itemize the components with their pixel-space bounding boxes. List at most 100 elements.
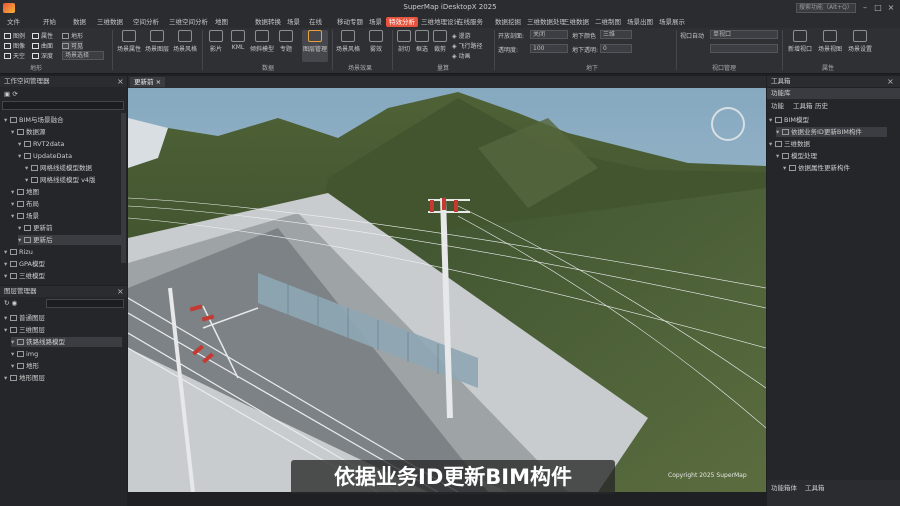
open-workspace-icon[interactable]: ▣: [4, 90, 12, 98]
ribbon-button-layer-manager[interactable]: 图层管理: [302, 30, 328, 62]
menu-item[interactable]: 二维制图: [592, 17, 624, 27]
menu-item[interactable]: 场景展示: [656, 17, 688, 27]
menu-item[interactable]: 三维数据: [94, 17, 126, 27]
toolbox-tab[interactable]: 历史: [815, 101, 828, 111]
underground-transparency-input[interactable]: 0: [600, 44, 632, 53]
ribbon-button-scene-settings[interactable]: 场景设置: [846, 30, 874, 53]
ribbon-small-roam[interactable]: ◈ 漫游: [452, 31, 471, 40]
minimize-icon[interactable]: –: [860, 2, 870, 13]
transparency-input[interactable]: 100: [530, 44, 568, 53]
toolbox-tab[interactable]: 工具箱: [793, 101, 813, 111]
viewport-layout-dropdown[interactable]: 单视口: [710, 30, 778, 39]
ribbon-button-scene-layer[interactable]: 场景图层: [144, 30, 170, 53]
workspace-scrollbar[interactable]: [121, 113, 126, 263]
tree-row[interactable]: ▾ img: [11, 349, 122, 359]
tree-row[interactable]: ▾ 布局: [11, 199, 122, 209]
tree-row[interactable]: ▾ 更新前: [18, 223, 122, 233]
ribbon-button-clip[interactable]: 剖切: [396, 30, 412, 53]
tree-row[interactable]: ▾ 模型处理: [776, 151, 887, 161]
close-tab-icon[interactable]: ×: [156, 78, 161, 86]
bottom-tab[interactable]: 工具箱: [805, 483, 825, 493]
underground-color-dropdown[interactable]: 三维: [600, 30, 632, 39]
tree-row[interactable]: ▾ 依据业务ID更新BIM构件: [776, 127, 887, 137]
tree-row[interactable]: ▾ 更新后: [18, 235, 122, 245]
ribbon-check-4[interactable]: 属性: [32, 31, 53, 40]
bottom-tab[interactable]: 功能箱体: [771, 483, 797, 493]
tree-row[interactable]: ▾ 地形图层: [4, 373, 122, 383]
tree-row[interactable]: ▾ 三维图层: [4, 325, 122, 335]
mode-visible-radio[interactable]: 可见: [62, 41, 84, 50]
ribbon-button-oblique[interactable]: 倾斜模型: [250, 30, 274, 53]
scene-viewport[interactable]: [128, 88, 766, 492]
layer-search-input[interactable]: [46, 299, 124, 308]
tree-row[interactable]: ▾ 场景: [11, 211, 122, 221]
close-panel-icon[interactable]: ×: [117, 76, 124, 87]
menu-item[interactable]: 三维空间分析: [166, 17, 211, 27]
menu-item[interactable]: 特效分析: [386, 17, 418, 27]
ribbon-button-scene-style[interactable]: 场景风格: [172, 30, 198, 53]
menu-item[interactable]: 开始: [40, 17, 59, 27]
close-panel-icon[interactable]: ×: [887, 76, 894, 87]
menu-item[interactable]: 文件: [4, 17, 23, 27]
ribbon-button-film[interactable]: 影片: [206, 30, 226, 53]
menu-item[interactable]: 数据: [70, 17, 89, 27]
ribbon-button-box[interactable]: 框选: [414, 30, 430, 53]
tree-row[interactable]: ▾ UpdateData: [18, 151, 122, 161]
menu-item[interactable]: 在线服务: [454, 17, 486, 27]
ribbon-check-3[interactable]: 天空: [4, 51, 25, 60]
layer-visibility-icon[interactable]: ◉: [12, 299, 18, 307]
maximize-icon[interactable]: □: [873, 2, 883, 13]
tree-row[interactable]: ▾ 普通图层: [4, 313, 122, 323]
tree-row[interactable]: ▾ RVT2data: [18, 139, 122, 149]
viewport-option-field[interactable]: [710, 44, 778, 53]
open-section-dropdown[interactable]: 关闭: [530, 30, 568, 39]
ribbon-check-2[interactable]: 图像: [4, 41, 25, 50]
menu-item[interactable]: 场景: [284, 17, 303, 27]
close-window-icon[interactable]: ×: [886, 2, 896, 13]
tree-row[interactable]: ▾ BIM模型: [769, 115, 887, 125]
mode-terrain-radio[interactable]: 地形: [62, 31, 83, 40]
ribbon-button-thematic[interactable]: 专题: [276, 30, 296, 53]
tree-row[interactable]: ▾ 地形: [11, 361, 122, 371]
ribbon-button-scene-props[interactable]: 场景属性: [116, 30, 142, 53]
ribbon-button-new-viewport[interactable]: 新增视口: [786, 30, 814, 53]
tree-row[interactable]: ▾ BIM与场景融合: [4, 115, 122, 125]
toolbox-tab[interactable]: 功能: [771, 101, 784, 111]
menu-item[interactable]: 地图: [212, 17, 231, 27]
tree-row[interactable]: ▾ 地图: [11, 187, 122, 197]
tree-row[interactable]: ▾ 依据属性更新构件: [783, 163, 887, 173]
menu-item[interactable]: 移动专题: [334, 17, 366, 27]
tree-row[interactable]: ▾ Rizu: [4, 247, 122, 257]
menu-item[interactable]: 场景出图: [624, 17, 656, 27]
menu-item[interactable]: 在线: [306, 17, 325, 27]
workspace-search-input[interactable]: [2, 101, 124, 110]
scene-mode-dropdown[interactable]: 场景选择: [62, 51, 104, 60]
tree-row[interactable]: ▾ 数据源: [11, 127, 122, 137]
ribbon-button-kml[interactable]: KML: [228, 30, 248, 51]
ribbon-button-style[interactable]: 场景风格: [336, 30, 360, 53]
ribbon-check-6[interactable]: 深度: [32, 51, 53, 60]
ribbon-button-fog[interactable]: 雾效: [364, 30, 388, 53]
tree-row[interactable]: ▾ 三维数据: [769, 139, 887, 149]
ribbon-small-anim[interactable]: ◈ 动画: [452, 51, 471, 60]
tab-before-update[interactable]: 更新前 ×: [130, 77, 166, 87]
ribbon-small-flight[interactable]: ◈ 飞行路径: [452, 41, 483, 50]
ribbon-check-5[interactable]: 曲面: [32, 41, 53, 50]
menu-item[interactable]: 数据挖掘: [492, 17, 524, 27]
ribbon-button-crop[interactable]: 裁剪: [432, 30, 448, 53]
ribbon-check-1[interactable]: 图例: [4, 31, 25, 40]
tree-row[interactable]: ▾ 网格线缆模型数据: [25, 163, 122, 173]
tree-row[interactable]: ▾ 铁路线路模型: [11, 337, 122, 347]
refresh-icon[interactable]: ⟳: [12, 90, 17, 98]
tree-row[interactable]: ▾ 网格线缆模型 v4版: [25, 175, 122, 185]
close-panel-icon[interactable]: ×: [117, 286, 124, 297]
menu-item[interactable]: 场景: [366, 17, 385, 27]
tree-row[interactable]: ▾ 三维模型: [4, 271, 122, 281]
menu-item[interactable]: 空间分析: [130, 17, 162, 27]
layer-style-icon[interactable]: ↻: [4, 299, 12, 307]
function-search-input[interactable]: 搜索功能（Alt+Q）: [796, 3, 856, 13]
menu-item[interactable]: 三维数据: [560, 17, 592, 27]
tree-row[interactable]: ▾ GPA模型: [4, 259, 122, 269]
menu-item[interactable]: 数据转换: [252, 17, 284, 27]
ribbon-button-scene-view[interactable]: 场景视图: [816, 30, 844, 53]
